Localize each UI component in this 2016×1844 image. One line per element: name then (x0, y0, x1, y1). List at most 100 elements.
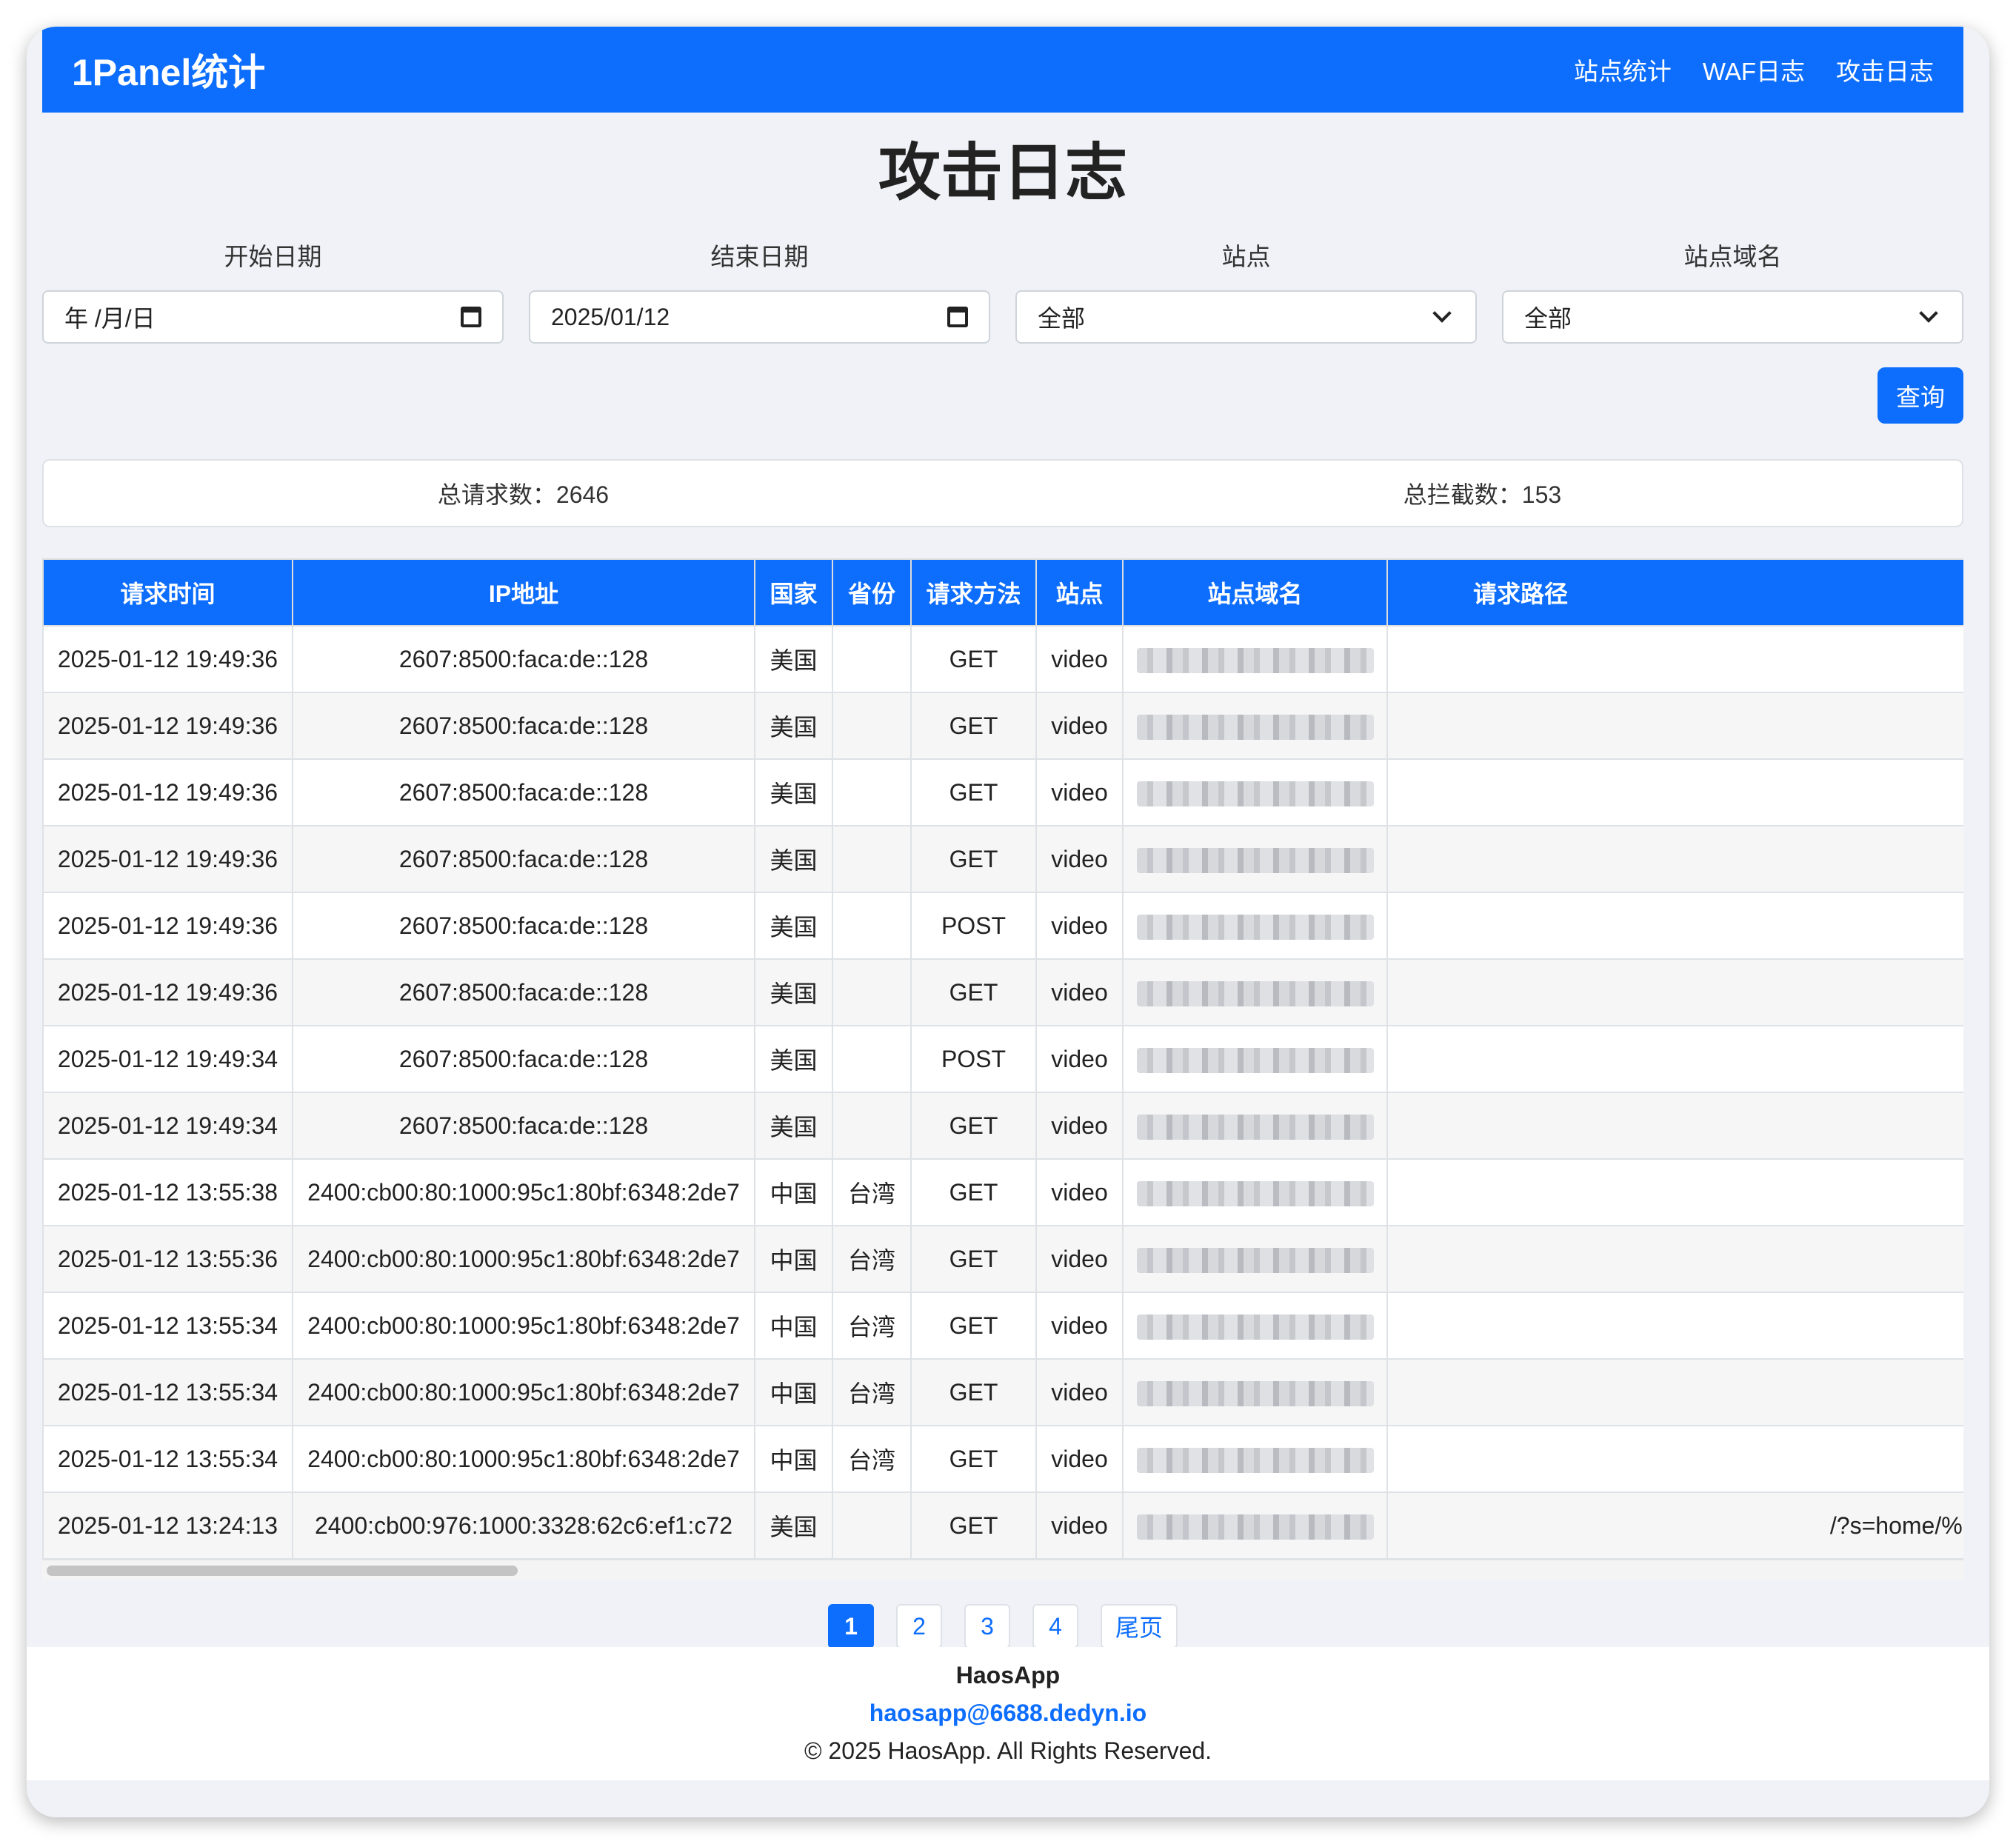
table-body: 2025-01-12 19:49:36 2607:8500:faca:de::12… (42, 625, 1963, 1560)
footer-email-link[interactable]: haosapp@6688.dedyn.io (27, 1700, 1989, 1727)
cell-ip: 2607:8500:faca:de::128 (292, 1025, 755, 1093)
table-header-row: 请求时间 IP地址 国家 省份 请求方法 站点 站点域名 请求路径 (42, 558, 1963, 627)
page-4[interactable]: 4 (1032, 1604, 1078, 1648)
brand-logo[interactable]: 1Panel统计 (72, 43, 265, 96)
col-site[interactable]: 站点 (1035, 558, 1124, 627)
page-3[interactable]: 3 (964, 1604, 1010, 1648)
cell-ip: 2607:8500:faca:de::128 (292, 1092, 755, 1160)
page-2[interactable]: 2 (895, 1604, 942, 1648)
cell-province: 台湾 (832, 1225, 912, 1293)
nav-site-stats[interactable]: 站点统计 (1574, 52, 1672, 87)
start-date-value: 年 /月/日 (64, 305, 156, 332)
table-row: 2025-01-12 19:49:34 2607:8500:faca:de::12… (42, 1092, 1963, 1160)
start-date-input[interactable]: 年 /月/日 (42, 290, 504, 344)
redacted-domain (1136, 1314, 1374, 1340)
cell-domain (1122, 758, 1388, 826)
cell-path: /sdk (1386, 1025, 1963, 1093)
cell-site: video (1035, 1225, 1124, 1293)
main-content: 1Panel统计 站点统计 WAF日志 攻击日志 攻击日志 开始日期 年 /月/… (42, 27, 1963, 1648)
cell-province (832, 1092, 912, 1160)
cell-ip: 2607:8500:faca:de::128 (292, 692, 755, 760)
site-select[interactable]: 全部 (1015, 290, 1477, 344)
cell-province (832, 1025, 912, 1093)
redacted-domain (1136, 1247, 1374, 1273)
cell-site: video (1035, 1092, 1124, 1160)
nav-attack-log[interactable]: 攻击日志 (1836, 52, 1934, 87)
chevron-down-icon (1919, 304, 1938, 323)
cell-method: GET (910, 1225, 1037, 1293)
cell-ip: 2607:8500:faca:de::128 (292, 892, 755, 960)
cell-ip: 2607:8500:faca:de::128 (292, 758, 755, 826)
end-date-input[interactable]: 2025/01/12 (529, 290, 990, 344)
cell-site: video (1035, 692, 1124, 760)
page-last[interactable]: 尾页 (1100, 1604, 1178, 1648)
stats-panel: 总请求数：2646 总拦截数：153 (42, 459, 1963, 527)
cell-country: 美国 (754, 1092, 833, 1160)
col-domain[interactable]: 站点域名 (1122, 558, 1388, 627)
table-container: 请求时间 IP地址 国家 省份 请求方法 站点 站点域名 请求路径 2025-0… (42, 558, 1963, 1580)
cell-domain (1122, 958, 1388, 1026)
table-row: 2025-01-12 19:49:36 2607:8500:faca:de::12… (42, 958, 1963, 1026)
calendar-icon[interactable] (461, 307, 481, 327)
col-request-time[interactable]: 请求时间 (42, 558, 293, 627)
redacted-domain (1136, 847, 1374, 873)
col-province[interactable]: 省份 (832, 558, 912, 627)
start-date-group: 开始日期 年 /月/日 (42, 240, 504, 344)
footer-copyright: © 2025 HaosApp. All Rights Reserved. (804, 1737, 1212, 1764)
cell-path: /HNAP1 (1386, 825, 1963, 893)
cell-path: /nmaplowercheck17 (1386, 1092, 1963, 1160)
cell-request-time: 2025-01-12 13:55:36 (42, 1225, 293, 1293)
cell-country: 美国 (754, 1491, 833, 1560)
calendar-icon[interactable] (947, 307, 968, 327)
cell-request-time: 2025-01-12 19:49:36 (42, 825, 293, 893)
cell-request-time: 2025-01-12 19:49:36 (42, 692, 293, 760)
footer: HaosApp haosapp@6688.dedyn.io © 2025 Hao… (27, 1647, 1989, 1780)
cell-site: video (1035, 1158, 1124, 1226)
cell-method: GET (910, 825, 1037, 893)
app-window: 1Panel统计 站点统计 WAF日志 攻击日志 攻击日志 开始日期 年 /月/… (27, 27, 1989, 1817)
table-row: 2025-01-12 13:55:34 2400:cb00:80:1000:95c… (42, 1292, 1963, 1360)
cell-site: video (1035, 1425, 1124, 1493)
cell-method: GET (910, 1158, 1037, 1226)
redacted-domain (1136, 714, 1374, 740)
cell-province (832, 692, 912, 760)
page-title: 攻击日志 (878, 138, 1127, 207)
domain-select[interactable]: 全部 (1502, 290, 1963, 344)
cell-method: GET (910, 625, 1037, 693)
col-method[interactable]: 请求方法 (910, 558, 1037, 627)
cell-request-time: 2025-01-12 19:49:36 (42, 625, 293, 693)
cell-country: 美国 (754, 892, 833, 960)
cell-method: GET (910, 1425, 1037, 1493)
cell-province: 台湾 (832, 1358, 912, 1426)
cell-ip: 2607:8500:faca:de::128 (292, 825, 755, 893)
attack-log-table: 请求时间 IP地址 国家 省份 请求方法 站点 站点域名 请求路径 2025-0… (42, 558, 1963, 1560)
cell-request-time: 2025-01-12 19:49:36 (42, 958, 293, 1026)
cell-domain (1122, 1358, 1388, 1426)
cell-country: 美国 (754, 958, 833, 1026)
cell-request-time: 2025-01-12 19:49:36 (42, 758, 293, 826)
cell-domain (1122, 1225, 1388, 1293)
cell-domain (1122, 625, 1388, 693)
col-ip-address[interactable]: IP地址 (292, 558, 755, 627)
cell-method: POST (910, 892, 1037, 960)
cell-ip: 2400:cb00:80:1000:95c1:80bf:6348:2de7 (292, 1292, 755, 1360)
cell-country: 美国 (754, 625, 833, 693)
cell-province (832, 892, 912, 960)
nav-waf-log[interactable]: WAF日志 (1703, 52, 1805, 87)
cell-method: GET (910, 1491, 1037, 1560)
cell-site: video (1035, 1491, 1124, 1560)
cell-path: //wordpress/wp-includes/ (1386, 1292, 1963, 1360)
page-1[interactable]: 1 (827, 1604, 874, 1648)
col-country[interactable]: 国家 (754, 558, 833, 627)
scrollbar-thumb[interactable] (47, 1566, 518, 1576)
horizontal-scrollbar[interactable] (42, 1560, 1963, 1580)
cell-site: video (1035, 1358, 1124, 1426)
cell-site: video (1035, 625, 1124, 693)
cell-path: /?s=home/%5Cthink%5Cview%5Cdriver%5CPhp/… (1386, 1491, 1963, 1560)
cell-ip: 2400:cb00:976:1000:3328:62c6:ef1:c72 (292, 1491, 755, 1560)
footer-name: HaosApp (955, 1662, 1061, 1688)
query-button[interactable]: 查询 (1878, 367, 1963, 424)
col-path[interactable]: 请求路径 (1386, 558, 1963, 627)
total-requests: 总请求数：2646 (437, 481, 610, 508)
table-row: 2025-01-12 19:49:36 2607:8500:faca:de::12… (42, 758, 1963, 826)
